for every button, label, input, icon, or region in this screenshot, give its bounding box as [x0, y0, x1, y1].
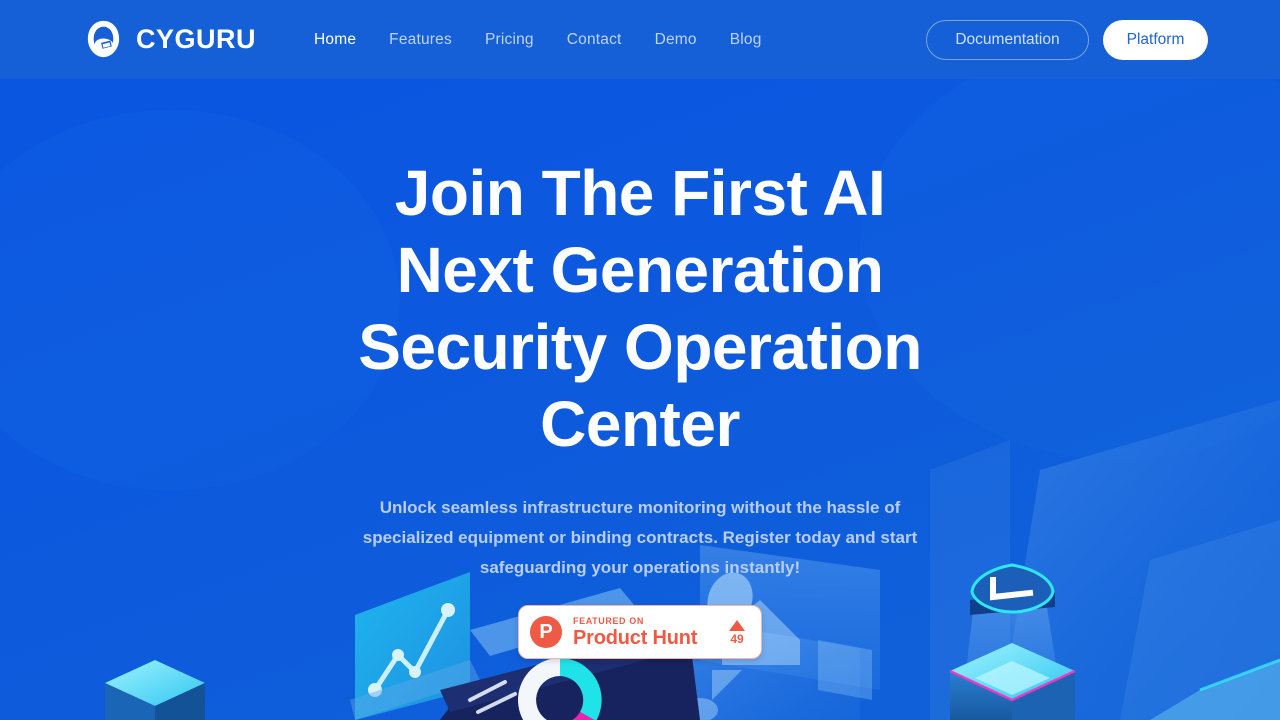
upvote-triangle-icon	[729, 619, 745, 631]
landing-page: CYGURU Home Features Pricing Contact Dem…	[0, 0, 1280, 720]
brand-name: CYGURU	[136, 24, 257, 54]
hero-title-line-4: Center	[540, 388, 740, 460]
nav-item-pricing[interactable]: Pricing	[485, 31, 534, 49]
platform-button[interactable]: Platform	[1103, 19, 1208, 60]
product-hunt-text: FEATURED ON Product Hunt	[573, 615, 697, 650]
hero-title-line-1: Join The First AI	[394, 157, 886, 229]
nav-item-contact[interactable]: Contact	[567, 31, 622, 49]
hero-title: Join The First AI Next Generation Securi…	[310, 155, 970, 463]
header-actions: Documentation Platform	[926, 19, 1208, 60]
product-hunt-badge[interactable]: P FEATURED ON Product Hunt 49	[518, 605, 762, 659]
site-header: CYGURU Home Features Pricing Contact Dem…	[0, 0, 1280, 79]
nav-item-home[interactable]: Home	[314, 31, 356, 49]
documentation-button[interactable]: Documentation	[926, 19, 1089, 60]
main-navigation: Home Features Pricing Contact Demo Blog	[314, 31, 762, 49]
hero-title-line-2: Next Generation	[396, 234, 884, 306]
nav-item-blog[interactable]: Blog	[730, 31, 762, 49]
product-hunt-icon: P	[530, 616, 562, 648]
nav-item-demo[interactable]: Demo	[655, 31, 697, 49]
cyguru-owl-icon	[87, 20, 120, 58]
hero-subtitle: Unlock seamless infrastructure monitorin…	[362, 498, 918, 577]
brand-logo[interactable]: CYGURU	[82, 18, 256, 61]
product-hunt-kicker: FEATURED ON	[573, 615, 644, 626]
nav-item-features[interactable]: Features	[389, 31, 452, 49]
product-hunt-name: Product Hunt	[573, 626, 698, 649]
hero-title-line-3: Security Operation	[358, 311, 922, 383]
product-hunt-upvote[interactable]: 49	[729, 619, 745, 646]
upvote-count: 49	[730, 631, 744, 646]
